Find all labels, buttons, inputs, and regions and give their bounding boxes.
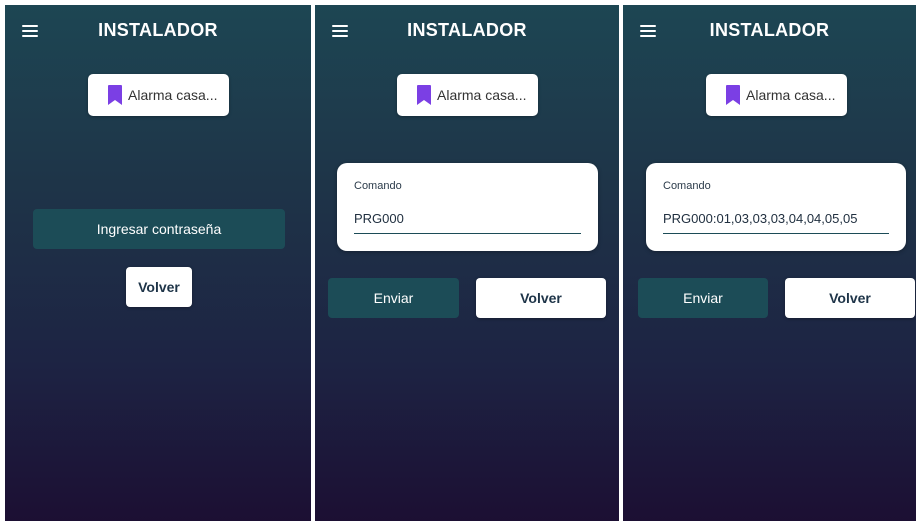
back-button[interactable]: Volver [126,267,192,307]
command-card: Comando PRG000 [337,163,598,251]
command-input[interactable]: PRG000:01,03,03,03,04,04,05,05 [663,211,857,226]
hamburger-menu-icon[interactable] [332,25,348,37]
input-underline [663,233,889,234]
back-button[interactable]: Volver [785,278,915,318]
command-label: Comando [354,180,402,192]
device-label: Alarma casa... [746,87,836,103]
device-selector[interactable]: Alarma casa... [706,74,847,116]
device-selector[interactable]: Alarma casa... [88,74,229,116]
command-card: Comando PRG000:01,03,03,03,04,04,05,05 [646,163,906,251]
device-label: Alarma casa... [437,87,527,103]
device-label: Alarma casa... [128,87,218,103]
bookmark-icon [726,85,740,105]
app-title: INSTALADOR [407,20,527,40]
screen-password: INSTALADOR Alarma casa... Ingresar contr… [5,5,311,521]
input-underline [354,233,581,234]
command-label: Comando [663,180,711,192]
screen-command-empty: INSTALADOR Alarma casa... Comando PRG000… [315,5,619,521]
device-selector[interactable]: Alarma casa... [397,74,538,116]
back-button[interactable]: Volver [476,278,606,318]
screen-command-filled: INSTALADOR Alarma casa... Comando PRG000… [623,5,916,521]
command-input[interactable]: PRG000 [354,211,404,226]
hamburger-menu-icon[interactable] [22,25,38,37]
send-button[interactable]: Enviar [638,278,768,318]
app-title: INSTALADOR [98,20,218,40]
send-button[interactable]: Enviar [328,278,459,318]
enter-password-button[interactable]: Ingresar contraseña [33,209,285,249]
bookmark-icon [108,85,122,105]
app-title: INSTALADOR [709,20,830,40]
bookmark-icon [417,85,431,105]
hamburger-menu-icon[interactable] [640,25,656,37]
